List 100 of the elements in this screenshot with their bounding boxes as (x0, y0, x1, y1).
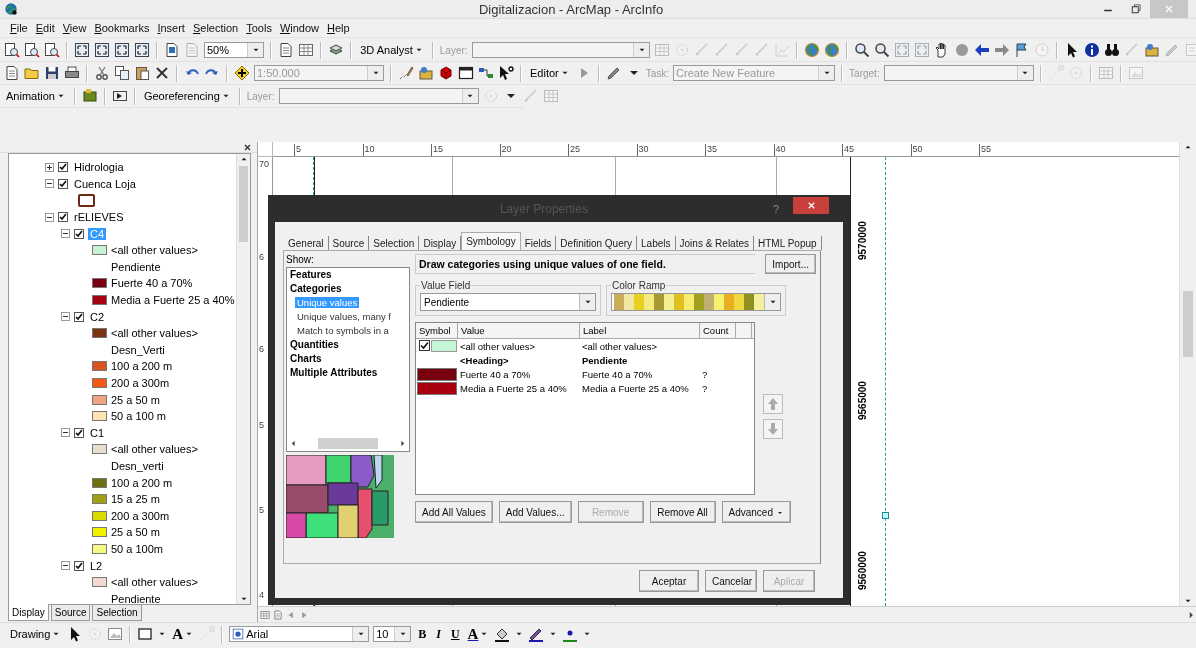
panel-tab[interactable]: Source (50, 605, 91, 621)
extent-icon[interactable] (74, 42, 90, 58)
dialog-tab[interactable]: Symbology (461, 232, 521, 250)
dialog-button[interactable]: Aceptar (639, 570, 699, 592)
extent-icon[interactable] (114, 42, 130, 58)
layer-checkbox[interactable] (74, 560, 84, 571)
layer-name[interactable]: Hidrologia (72, 161, 126, 174)
extent-icon[interactable] (134, 42, 150, 58)
expand-icon[interactable] (45, 162, 54, 172)
film-icon[interactable] (81, 88, 98, 104)
collapse-icon[interactable] (61, 312, 70, 322)
extent-icon[interactable] (94, 42, 110, 58)
layer-checkbox[interactable] (58, 178, 68, 189)
magnifier-icon[interactable] (854, 42, 870, 58)
action-button[interactable]: Advanced (721, 501, 791, 523)
page-magnifier-icon[interactable] (4, 42, 20, 58)
dialog-tab[interactable]: General (284, 236, 329, 250)
scrollbar-thumb[interactable] (239, 166, 248, 242)
menu-item[interactable]: Help (323, 21, 354, 35)
page-magnifier-icon[interactable] (24, 42, 40, 58)
analyst-menu[interactable]: 3D Analyst (358, 41, 426, 59)
font-color-button[interactable]: A (466, 625, 491, 643)
show-item[interactable]: Features (290, 269, 332, 280)
flag-icon[interactable] (1014, 42, 1030, 58)
panel-tab[interactable]: Display (8, 604, 49, 621)
editor-menu[interactable]: Editor (528, 64, 572, 82)
toolbox-icon[interactable] (418, 65, 434, 81)
globe-icon[interactable] (804, 42, 820, 58)
layer-checkbox[interactable] (58, 212, 68, 223)
menu-item[interactable]: Selection (188, 21, 243, 35)
menu-item[interactable]: View (58, 21, 91, 35)
zoom-combo[interactable]: 50% (204, 42, 265, 58)
menu-item[interactable]: Edit (31, 21, 59, 35)
scissors-icon[interactable] (94, 65, 110, 81)
collapse-icon[interactable] (45, 179, 54, 189)
close-icon[interactable] (244, 143, 251, 151)
layer-name[interactable]: C2 (88, 310, 107, 323)
layer-name[interactable]: C1 (88, 426, 107, 439)
binoculars-icon[interactable] (1104, 42, 1120, 58)
dialog-button[interactable]: Cancelar (705, 570, 757, 592)
line-color-icon[interactable] (528, 626, 545, 642)
underline-button[interactable]: U (447, 625, 463, 643)
value-field-combo[interactable]: Pendiente (420, 293, 596, 311)
printer-icon[interactable] (64, 65, 80, 81)
column-header[interactable]: Label (580, 323, 700, 338)
layer-checkbox[interactable] (74, 228, 84, 239)
layer-checkbox[interactable] (74, 311, 84, 322)
fill-color-icon[interactable] (494, 626, 511, 642)
size-combo[interactable]: 10 (373, 626, 412, 642)
picture-icon[interactable] (107, 626, 124, 642)
import-button[interactable]: Import... (765, 254, 816, 274)
target-combo[interactable] (883, 65, 1034, 81)
text-tool-button[interactable]: A (171, 625, 196, 643)
globe-icon[interactable] (824, 42, 840, 58)
info-icon[interactable] (1084, 42, 1100, 58)
page-icon[interactable] (278, 42, 295, 58)
window-icon[interactable] (458, 65, 474, 81)
drawing-menu[interactable]: Drawing (8, 625, 64, 643)
layer-checkbox[interactable] (58, 162, 68, 173)
page-icon[interactable] (164, 42, 180, 58)
delete-icon[interactable] (154, 65, 170, 81)
page-icon[interactable] (4, 65, 20, 81)
layer-name[interactable]: Cuenca Loja (72, 177, 138, 190)
sketch-icon[interactable] (398, 65, 414, 81)
scrollbar-thumb[interactable] (318, 438, 378, 449)
dialog-tab[interactable]: Definition Query (556, 236, 638, 250)
help-icon[interactable]: ? (772, 202, 779, 215)
dialog-tab[interactable]: Fields (520, 236, 557, 250)
left-arrow-icon[interactable] (289, 439, 298, 448)
menu-item[interactable]: Tools (242, 21, 276, 35)
show-item[interactable]: Multiple Attributes (290, 367, 378, 378)
menu-item[interactable]: Window (275, 21, 324, 35)
selection-handle[interactable] (882, 512, 889, 519)
rectangle-icon[interactable] (137, 626, 154, 642)
animation-menu[interactable]: Animation (4, 87, 68, 105)
dialog-tab[interactable]: HTML Popup (754, 236, 822, 250)
dialog-tab[interactable]: Labels (637, 236, 676, 250)
show-item[interactable]: Match to symbols in a (295, 325, 391, 336)
symbol-swatch[interactable] (431, 340, 457, 352)
collapse-icon[interactable] (61, 229, 70, 239)
page-magnifier-icon[interactable] (44, 42, 60, 58)
folder-icon[interactable] (24, 65, 40, 81)
column-header[interactable]: Symbol (416, 323, 458, 338)
italic-button[interactable]: I (433, 625, 444, 643)
scrollbar-thumb[interactable] (1183, 291, 1193, 357)
action-button[interactable]: Remove All (649, 501, 716, 523)
collapse-icon[interactable] (45, 212, 54, 222)
collapse-icon[interactable] (61, 561, 70, 571)
help-pointer-icon[interactable] (498, 65, 514, 81)
layer-combo[interactable] (278, 88, 479, 104)
menu-item[interactable]: Insert (153, 21, 189, 35)
magnifier-icon[interactable] (874, 42, 890, 58)
color-ramp-combo[interactable] (611, 293, 781, 311)
show-item[interactable]: Unique values, many f (295, 311, 393, 322)
show-item[interactable]: Categories (290, 283, 342, 294)
menu-item[interactable]: Bookmarks (90, 21, 154, 35)
close-button[interactable] (793, 197, 829, 214)
dialog-tab[interactable]: Joins & Relates (675, 236, 754, 250)
collapse-icon[interactable] (61, 428, 70, 438)
column-header[interactable]: Count (700, 323, 736, 338)
